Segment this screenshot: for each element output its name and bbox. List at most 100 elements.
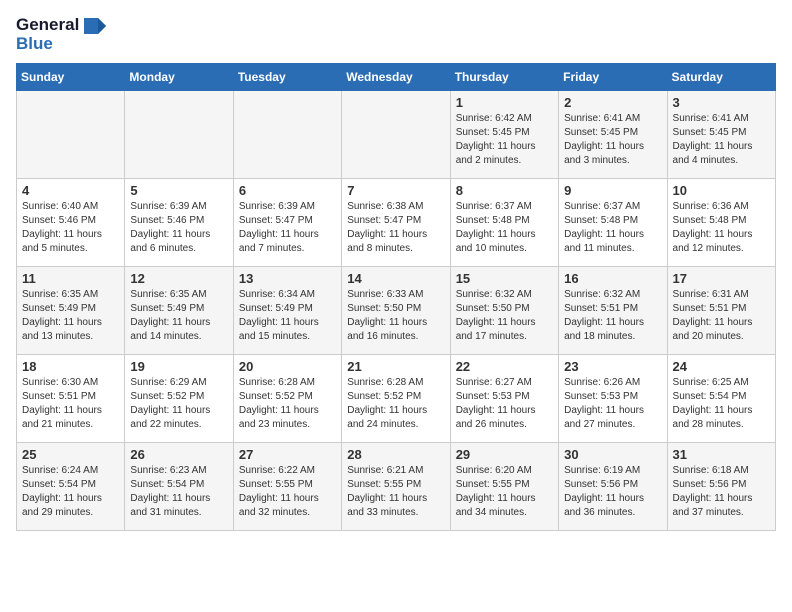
day-info: Sunrise: 6:31 AMSunset: 5:51 PMDaylight:…	[673, 288, 770, 344]
day-number: 12	[130, 271, 227, 286]
day-cell	[342, 91, 450, 179]
day-header-friday: Friday	[559, 64, 667, 91]
day-cell: 23 Sunrise: 6:26 AMSunset: 5:53 PMDaylig…	[559, 355, 667, 443]
week-row-3: 11 Sunrise: 6:35 AMSunset: 5:49 PMDaylig…	[17, 267, 776, 355]
day-info: Sunrise: 6:27 AMSunset: 5:53 PMDaylight:…	[456, 376, 553, 432]
week-row-2: 4 Sunrise: 6:40 AMSunset: 5:46 PMDayligh…	[17, 179, 776, 267]
day-info: Sunrise: 6:35 AMSunset: 5:49 PMDaylight:…	[22, 288, 119, 344]
day-number: 15	[456, 271, 553, 286]
day-number: 22	[456, 359, 553, 374]
day-cell: 12 Sunrise: 6:35 AMSunset: 5:49 PMDaylig…	[125, 267, 233, 355]
day-cell: 21 Sunrise: 6:28 AMSunset: 5:52 PMDaylig…	[342, 355, 450, 443]
day-cell: 18 Sunrise: 6:30 AMSunset: 5:51 PMDaylig…	[17, 355, 125, 443]
day-cell	[17, 91, 125, 179]
day-info: Sunrise: 6:30 AMSunset: 5:51 PMDaylight:…	[22, 376, 119, 432]
day-info: Sunrise: 6:34 AMSunset: 5:49 PMDaylight:…	[239, 288, 336, 344]
day-cell: 19 Sunrise: 6:29 AMSunset: 5:52 PMDaylig…	[125, 355, 233, 443]
day-number: 8	[456, 183, 553, 198]
day-cell: 15 Sunrise: 6:32 AMSunset: 5:50 PMDaylig…	[450, 267, 558, 355]
day-number: 25	[22, 447, 119, 462]
day-number: 28	[347, 447, 444, 462]
day-info: Sunrise: 6:38 AMSunset: 5:47 PMDaylight:…	[347, 200, 444, 256]
day-number: 6	[239, 183, 336, 198]
calendar-table: SundayMondayTuesdayWednesdayThursdayFrid…	[16, 63, 776, 531]
day-info: Sunrise: 6:21 AMSunset: 5:55 PMDaylight:…	[347, 464, 444, 520]
day-header-tuesday: Tuesday	[233, 64, 341, 91]
day-number: 3	[673, 95, 770, 110]
day-cell: 2 Sunrise: 6:41 AMSunset: 5:45 PMDayligh…	[559, 91, 667, 179]
day-cell: 5 Sunrise: 6:39 AMSunset: 5:46 PMDayligh…	[125, 179, 233, 267]
day-info: Sunrise: 6:28 AMSunset: 5:52 PMDaylight:…	[347, 376, 444, 432]
day-number: 9	[564, 183, 661, 198]
day-number: 26	[130, 447, 227, 462]
day-info: Sunrise: 6:28 AMSunset: 5:52 PMDaylight:…	[239, 376, 336, 432]
day-info: Sunrise: 6:29 AMSunset: 5:52 PMDaylight:…	[130, 376, 227, 432]
day-number: 1	[456, 95, 553, 110]
day-cell: 31 Sunrise: 6:18 AMSunset: 5:56 PMDaylig…	[667, 443, 775, 531]
day-number: 10	[673, 183, 770, 198]
day-header-monday: Monday	[125, 64, 233, 91]
day-number: 11	[22, 271, 119, 286]
day-cell: 7 Sunrise: 6:38 AMSunset: 5:47 PMDayligh…	[342, 179, 450, 267]
day-info: Sunrise: 6:32 AMSunset: 5:50 PMDaylight:…	[456, 288, 553, 344]
day-number: 14	[347, 271, 444, 286]
day-cell: 10 Sunrise: 6:36 AMSunset: 5:48 PMDaylig…	[667, 179, 775, 267]
day-cell: 26 Sunrise: 6:23 AMSunset: 5:54 PMDaylig…	[125, 443, 233, 531]
day-header-thursday: Thursday	[450, 64, 558, 91]
day-cell: 1 Sunrise: 6:42 AMSunset: 5:45 PMDayligh…	[450, 91, 558, 179]
day-number: 23	[564, 359, 661, 374]
day-number: 30	[564, 447, 661, 462]
day-cell: 13 Sunrise: 6:34 AMSunset: 5:49 PMDaylig…	[233, 267, 341, 355]
day-info: Sunrise: 6:40 AMSunset: 5:46 PMDaylight:…	[22, 200, 119, 256]
day-cell: 9 Sunrise: 6:37 AMSunset: 5:48 PMDayligh…	[559, 179, 667, 267]
day-cell: 17 Sunrise: 6:31 AMSunset: 5:51 PMDaylig…	[667, 267, 775, 355]
header: General Blue	[16, 16, 776, 53]
day-number: 20	[239, 359, 336, 374]
day-cell: 22 Sunrise: 6:27 AMSunset: 5:53 PMDaylig…	[450, 355, 558, 443]
header-row: SundayMondayTuesdayWednesdayThursdayFrid…	[17, 64, 776, 91]
day-info: Sunrise: 6:23 AMSunset: 5:54 PMDaylight:…	[130, 464, 227, 520]
day-info: Sunrise: 6:33 AMSunset: 5:50 PMDaylight:…	[347, 288, 444, 344]
day-cell: 30 Sunrise: 6:19 AMSunset: 5:56 PMDaylig…	[559, 443, 667, 531]
day-info: Sunrise: 6:25 AMSunset: 5:54 PMDaylight:…	[673, 376, 770, 432]
day-cell: 4 Sunrise: 6:40 AMSunset: 5:46 PMDayligh…	[17, 179, 125, 267]
day-info: Sunrise: 6:20 AMSunset: 5:55 PMDaylight:…	[456, 464, 553, 520]
day-cell: 16 Sunrise: 6:32 AMSunset: 5:51 PMDaylig…	[559, 267, 667, 355]
day-cell: 3 Sunrise: 6:41 AMSunset: 5:45 PMDayligh…	[667, 91, 775, 179]
day-info: Sunrise: 6:35 AMSunset: 5:49 PMDaylight:…	[130, 288, 227, 344]
day-cell	[125, 91, 233, 179]
day-number: 5	[130, 183, 227, 198]
day-header-saturday: Saturday	[667, 64, 775, 91]
day-number: 24	[673, 359, 770, 374]
day-cell: 27 Sunrise: 6:22 AMSunset: 5:55 PMDaylig…	[233, 443, 341, 531]
day-info: Sunrise: 6:32 AMSunset: 5:51 PMDaylight:…	[564, 288, 661, 344]
day-info: Sunrise: 6:36 AMSunset: 5:48 PMDaylight:…	[673, 200, 770, 256]
day-info: Sunrise: 6:39 AMSunset: 5:46 PMDaylight:…	[130, 200, 227, 256]
day-number: 7	[347, 183, 444, 198]
day-info: Sunrise: 6:22 AMSunset: 5:55 PMDaylight:…	[239, 464, 336, 520]
week-row-1: 1 Sunrise: 6:42 AMSunset: 5:45 PMDayligh…	[17, 91, 776, 179]
day-info: Sunrise: 6:41 AMSunset: 5:45 PMDaylight:…	[564, 112, 661, 168]
day-number: 31	[673, 447, 770, 462]
day-number: 16	[564, 271, 661, 286]
day-cell: 25 Sunrise: 6:24 AMSunset: 5:54 PMDaylig…	[17, 443, 125, 531]
day-number: 29	[456, 447, 553, 462]
day-header-wednesday: Wednesday	[342, 64, 450, 91]
day-info: Sunrise: 6:41 AMSunset: 5:45 PMDaylight:…	[673, 112, 770, 168]
day-cell: 14 Sunrise: 6:33 AMSunset: 5:50 PMDaylig…	[342, 267, 450, 355]
day-cell	[233, 91, 341, 179]
day-cell: 28 Sunrise: 6:21 AMSunset: 5:55 PMDaylig…	[342, 443, 450, 531]
day-cell: 20 Sunrise: 6:28 AMSunset: 5:52 PMDaylig…	[233, 355, 341, 443]
day-number: 21	[347, 359, 444, 374]
day-cell: 6 Sunrise: 6:39 AMSunset: 5:47 PMDayligh…	[233, 179, 341, 267]
day-number: 19	[130, 359, 227, 374]
day-info: Sunrise: 6:37 AMSunset: 5:48 PMDaylight:…	[564, 200, 661, 256]
day-number: 2	[564, 95, 661, 110]
day-number: 4	[22, 183, 119, 198]
logo: General Blue	[16, 16, 106, 53]
day-info: Sunrise: 6:26 AMSunset: 5:53 PMDaylight:…	[564, 376, 661, 432]
day-info: Sunrise: 6:37 AMSunset: 5:48 PMDaylight:…	[456, 200, 553, 256]
day-cell: 11 Sunrise: 6:35 AMSunset: 5:49 PMDaylig…	[17, 267, 125, 355]
day-number: 17	[673, 271, 770, 286]
day-info: Sunrise: 6:39 AMSunset: 5:47 PMDaylight:…	[239, 200, 336, 256]
